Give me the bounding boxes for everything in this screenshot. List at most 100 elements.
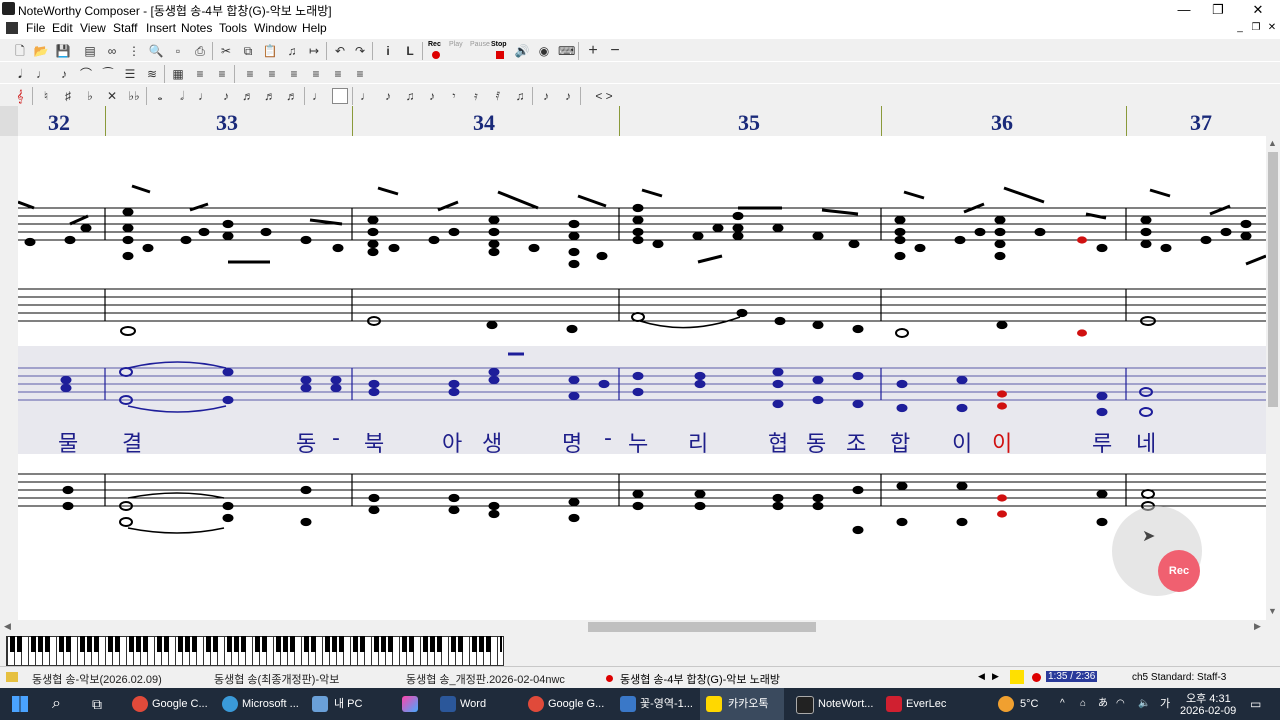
undo-icon[interactable]: ↶	[332, 43, 348, 59]
rest-half-icon[interactable]: ♪	[380, 88, 396, 104]
sixteenth-note-icon[interactable]: ♬	[240, 88, 256, 104]
weather-icon[interactable]	[998, 696, 1014, 712]
paste-icon[interactable]: 📋	[262, 43, 278, 59]
lyric-syllable[interactable]: 동	[296, 426, 316, 458]
print-preview-icon[interactable]: ▤	[82, 43, 98, 59]
noteworthy-icon[interactable]	[796, 696, 814, 714]
redo-arrow-icon[interactable]: ↦	[306, 43, 322, 59]
32nd-note-icon[interactable]: ♬	[262, 88, 278, 104]
stop-icon[interactable]	[496, 51, 504, 59]
copilot-icon[interactable]	[402, 696, 418, 712]
lyric-syllable[interactable]: -	[332, 426, 340, 451]
rest-whole-icon[interactable]: ♩	[358, 88, 374, 104]
menu-notes[interactable]: Notes	[181, 21, 212, 35]
eighth-note-icon[interactable]: ♪	[218, 88, 234, 104]
weather-temp[interactable]: 5°C	[1020, 688, 1038, 720]
lyric-syllable[interactable]: 네	[1136, 426, 1156, 458]
record-icon[interactable]	[432, 51, 440, 59]
taskbar-app[interactable]: 카카오톡	[728, 688, 768, 720]
64th-note-icon[interactable]: ♬	[284, 88, 300, 104]
doc-tab[interactable]: 동생협 송-악보(2026.02.09)	[32, 671, 162, 687]
doc-tab[interactable]: 동생협 송(최종개정판)-악보	[214, 671, 339, 687]
beam-icon[interactable]: ☰	[122, 66, 138, 82]
pc-icon[interactable]	[312, 696, 328, 712]
word-icon[interactable]	[440, 696, 456, 712]
align-5-icon[interactable]: ≡	[330, 66, 346, 82]
record-label[interactable]: Rec	[428, 41, 441, 48]
lyric-syllable[interactable]: 이	[952, 426, 972, 458]
cut-icon[interactable]: ✂	[218, 43, 234, 59]
menu-staff[interactable]: Staff	[113, 21, 137, 35]
stem-up-icon[interactable]: ♪	[56, 66, 72, 82]
lyric-syllable-current[interactable]: 이	[992, 426, 1012, 458]
network-icon[interactable]: ⌂	[1080, 688, 1086, 720]
globe-icon[interactable]: ◉	[536, 43, 552, 59]
align-left-icon[interactable]: ≡	[192, 66, 208, 82]
lyric-syllable[interactable]: 루	[1092, 426, 1112, 458]
lyric-syllable[interactable]: 아	[442, 426, 462, 458]
document-icon[interactable]	[6, 22, 18, 34]
lyric-syllable[interactable]: 리	[688, 426, 708, 458]
stem-down-icon[interactable]: ♩	[34, 66, 50, 82]
menu-view[interactable]: View	[80, 21, 106, 35]
zoom-icon[interactable]: 🔍	[148, 43, 164, 59]
rec-overlay-button[interactable]: Rec	[1158, 550, 1200, 592]
lyric-syllable[interactable]: -	[604, 426, 612, 451]
taskbar-app[interactable]: Google G...	[548, 688, 604, 720]
whole-note-icon[interactable]: 𝅝	[152, 88, 168, 104]
clef-icon[interactable]: 𝄞	[12, 88, 28, 104]
nav-next-icon[interactable]: ▶	[992, 671, 999, 682]
printer-icon[interactable]: ⎙	[192, 43, 208, 59]
mdi-restore-icon[interactable]: ❐	[1248, 21, 1264, 35]
rest-box-icon[interactable]	[332, 88, 348, 104]
measure-number[interactable]: 36	[991, 110, 1013, 136]
menu-insert[interactable]: Insert	[146, 21, 176, 35]
doc-tab-active[interactable]: 동생협 송-4부 합창(G)-악보 노래방	[620, 671, 780, 687]
menu-window[interactable]: Window	[254, 21, 297, 35]
volume-icon[interactable]: 🔈	[1138, 688, 1150, 720]
lyric-syllable[interactable]: 조	[846, 426, 866, 458]
align-4-icon[interactable]: ≡	[308, 66, 324, 82]
quarter-note-icon[interactable]: ♩	[196, 88, 212, 104]
folder-icon[interactable]	[6, 672, 18, 682]
notes-icon[interactable]: ♫	[284, 43, 300, 59]
double-flat-icon[interactable]: ♭♭	[126, 88, 142, 104]
mordent-icon[interactable]: ♪	[560, 88, 576, 104]
clock-time[interactable]: 오후 4:31	[1186, 690, 1231, 706]
lyric-syllable[interactable]: 합	[890, 426, 910, 458]
app-icon[interactable]	[2, 2, 15, 15]
grid-icon[interactable]: ▦	[170, 66, 186, 82]
lyric-syllable[interactable]: 생	[482, 426, 502, 458]
keyboard-icon[interactable]: ⌨	[558, 43, 575, 59]
ime-indicator[interactable]: 가	[1160, 688, 1170, 720]
natural-icon[interactable]: ♮	[38, 88, 54, 104]
measure-number[interactable]: 32	[48, 110, 70, 136]
hangul-icon[interactable]	[620, 696, 636, 712]
text-icon[interactable]: L	[402, 43, 418, 59]
menu-edit[interactable]: Edit	[52, 21, 73, 35]
taskbar-app[interactable]: 내 PC	[334, 688, 362, 720]
rest-16th-icon[interactable]: 𝄿	[468, 88, 484, 104]
redo-icon[interactable]: ↷	[352, 43, 368, 59]
pause-label[interactable]: Pause	[470, 41, 490, 48]
measure-number[interactable]: 33	[216, 110, 238, 136]
hscroll-thumb[interactable]	[588, 622, 816, 632]
scroll-right-icon[interactable]: ▶	[1254, 621, 1261, 632]
lyric-syllable[interactable]: 결	[122, 426, 142, 458]
chrome-icon-2[interactable]	[528, 696, 544, 712]
mdi-close-icon[interactable]: ✕	[1264, 21, 1280, 35]
menu-help[interactable]: Help	[302, 21, 327, 35]
flat-icon[interactable]: ♭	[82, 88, 98, 104]
taskbar-app[interactable]: Google C...	[152, 688, 208, 720]
chrome-icon[interactable]	[132, 696, 148, 712]
dot-icon[interactable]: ♩	[310, 88, 326, 104]
start-icon[interactable]	[12, 696, 28, 712]
rest-32nd-icon[interactable]: 𝅀	[490, 88, 506, 104]
score-area[interactable]: 물 결 동 - 북 아 생 명 - 누 리 협 동 조 합 이 이 루 네 Re…	[0, 136, 1267, 620]
open-file-icon[interactable]: 📂	[33, 43, 49, 59]
sharp-icon[interactable]: ♯	[60, 88, 76, 104]
menu-tools[interactable]: Tools	[219, 21, 247, 35]
speaker-icon[interactable]: 🔊	[514, 43, 530, 59]
kakaotalk-icon[interactable]	[706, 696, 722, 712]
align-1-icon[interactable]: ≡	[242, 66, 258, 82]
